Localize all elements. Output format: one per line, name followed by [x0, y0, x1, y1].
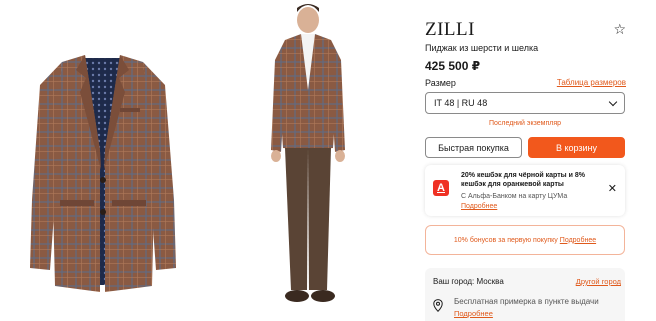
- size-table-link[interactable]: Таблица размеров: [557, 78, 626, 87]
- current-city: Ваш город: Москва: [433, 277, 504, 286]
- promo-details-link[interactable]: Подробнее: [461, 203, 497, 210]
- chevron-down-icon: [608, 97, 618, 106]
- promo-line: 20% кешбэк для чёрной карты и 8%: [461, 172, 585, 179]
- change-city-link[interactable]: Другой город: [576, 277, 621, 286]
- product-info-panel: ZILLI ☆ Пиджак из шерсти и шелка 425 500…: [425, 0, 630, 321]
- model-photo[interactable]: [205, 0, 410, 321]
- location-pin-icon: [433, 299, 443, 312]
- alfa-bank-logo-icon: А: [433, 180, 449, 196]
- stock-note: Последний экземпляр: [488, 120, 562, 127]
- promo-line: кешбэк для оранжевой карты: [461, 181, 564, 188]
- product-price: 425 500 ₽: [425, 59, 481, 73]
- close-icon[interactable]: ✕: [608, 184, 617, 195]
- fitting-info: Бесплатная примерка в пункте выдачи: [454, 297, 599, 306]
- quick-buy-button[interactable]: Быстрая покупка: [425, 137, 522, 158]
- favorite-star-icon[interactable]: ☆: [613, 22, 626, 36]
- add-to-cart-button[interactable]: В корзину: [528, 137, 625, 158]
- product-title: Пиджак из шерсти и шелка: [425, 43, 539, 53]
- brand-name[interactable]: ZILLI: [425, 19, 475, 41]
- bonus-details-link[interactable]: Подробнее: [560, 237, 596, 244]
- size-label: Размер: [425, 78, 456, 88]
- model-image: [271, 4, 345, 302]
- jacket-photo[interactable]: [0, 0, 205, 321]
- promo-subline: С Альфа-Банком на карту ЦУМа: [461, 193, 568, 200]
- fitting-details-link[interactable]: Подробнее: [454, 309, 493, 318]
- product-gallery: [0, 0, 410, 321]
- jacket-image: [30, 55, 176, 292]
- alfa-cashback-banner: А 20% кешбэк для чёрной карты и 8% кешбэ…: [425, 165, 625, 216]
- size-select-value: IT 48 | RU 48: [434, 98, 488, 108]
- delivery-block: Ваш город: Москва Другой город Бесплатна…: [425, 268, 625, 321]
- first-purchase-bonus-banner[interactable]: 10% бонусов за первую покупку Подробнее: [425, 225, 625, 255]
- bonus-text: 10% бонусов за первую покупку: [453, 236, 558, 244]
- size-select[interactable]: IT 48 | RU 48: [425, 92, 625, 114]
